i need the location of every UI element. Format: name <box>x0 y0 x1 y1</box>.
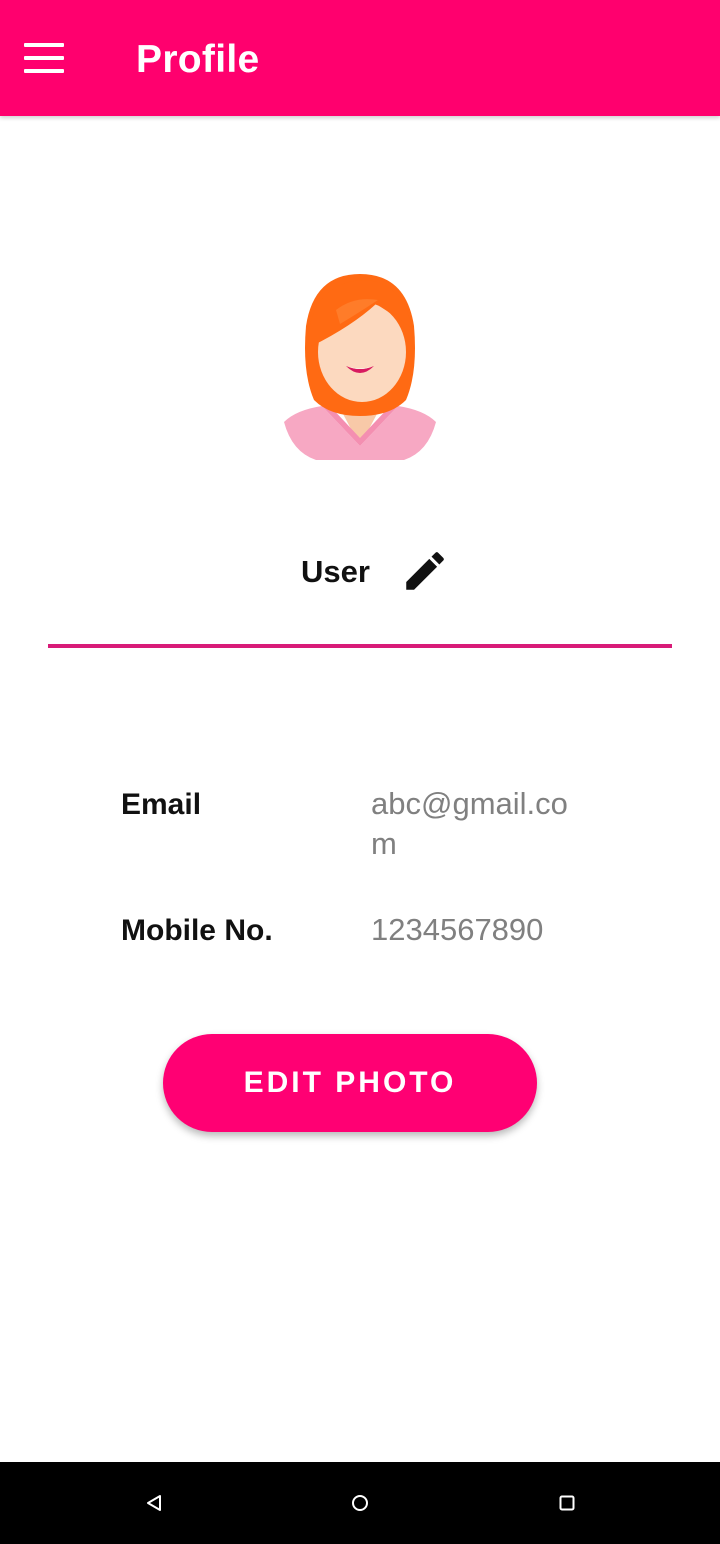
menu-button[interactable] <box>20 36 68 80</box>
back-button[interactable] <box>133 1483 173 1523</box>
app-bar: Profile <box>0 0 720 116</box>
edit-photo-button[interactable]: EDIT PHOTO <box>163 1034 537 1132</box>
circle-home-icon <box>340 1483 380 1523</box>
page-title: Profile <box>136 38 260 81</box>
profile-name-row: User <box>48 540 672 610</box>
edit-name-button[interactable] <box>400 546 450 596</box>
recents-button[interactable] <box>547 1483 587 1523</box>
name-underline <box>48 644 672 648</box>
home-button[interactable] <box>340 1483 380 1523</box>
female-user-avatar <box>278 270 442 466</box>
user-name: User <box>301 554 370 589</box>
hamburger-menu-icon <box>20 36 68 80</box>
email-label: Email <box>121 788 202 821</box>
triangle-back-icon <box>133 1483 173 1523</box>
mobile-value: 1234567890 <box>371 912 544 947</box>
pencil-icon <box>400 546 450 596</box>
email-value: abc@gmail.com <box>371 786 568 861</box>
square-recents-icon <box>547 1483 587 1523</box>
mobile-label: Mobile No. <box>121 914 273 947</box>
system-navigation-bar <box>0 1462 720 1544</box>
